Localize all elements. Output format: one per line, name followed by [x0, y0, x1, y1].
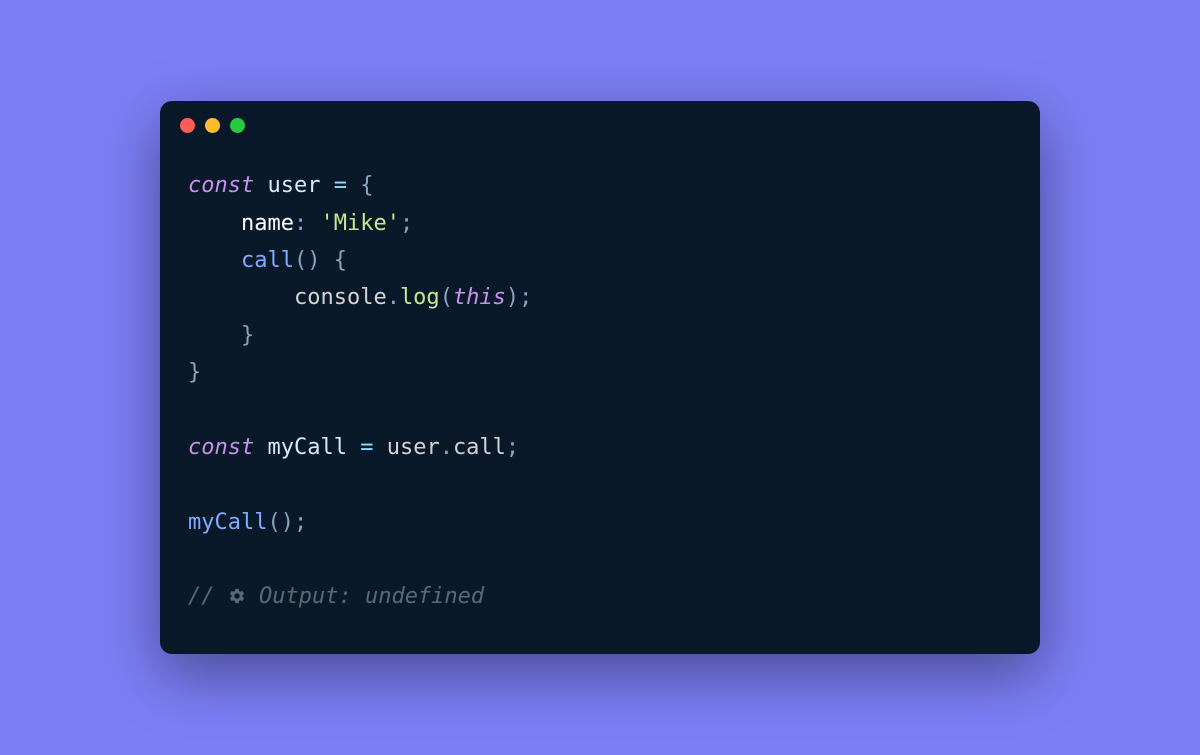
code-line: myCall(); [188, 504, 1012, 541]
identifier-user: user [387, 435, 440, 460]
function-call-mycall: myCall [188, 510, 267, 535]
code-line: } [188, 317, 1012, 354]
parens: () [294, 248, 334, 273]
code-line: // Output: undefined [188, 578, 1012, 617]
property-call: call [453, 435, 506, 460]
dot: . [387, 285, 400, 310]
code-line-empty [188, 541, 1012, 578]
paren-close: ) [506, 285, 519, 310]
semicolon: ; [506, 435, 519, 460]
operator-equals: = [360, 435, 387, 460]
code-editor[interactable]: const user = { name: 'Mike'; call() { co… [160, 149, 1040, 654]
code-line: const myCall = user.call; [188, 429, 1012, 466]
method-log: log [400, 285, 440, 310]
keyword-const: const [188, 173, 254, 198]
string-literal: 'Mike' [320, 211, 399, 236]
code-line: name: 'Mike'; [188, 205, 1012, 242]
brace-open: { [360, 173, 373, 198]
code-line-empty [188, 466, 1012, 503]
semicolon: ; [294, 510, 307, 535]
identifier-mycall: myCall [254, 435, 360, 460]
comment-slashes: // [188, 584, 228, 609]
paren-open: ( [440, 285, 453, 310]
close-button[interactable] [180, 118, 195, 133]
colon: : [294, 211, 321, 236]
minimize-button[interactable] [205, 118, 220, 133]
code-line: const user = { [188, 167, 1012, 204]
semicolon: ; [519, 285, 532, 310]
dot: . [440, 435, 453, 460]
brace-open: { [334, 248, 347, 273]
method-call: call [241, 248, 294, 273]
gear-icon [228, 580, 246, 617]
code-line-empty [188, 392, 1012, 429]
maximize-button[interactable] [230, 118, 245, 133]
object-console: console [294, 285, 387, 310]
brace-close: } [188, 360, 201, 385]
window-titlebar [160, 101, 1040, 149]
code-window: const user = { name: 'Mike'; call() { co… [160, 101, 1040, 654]
operator-equals: = [334, 173, 361, 198]
identifier-user: user [254, 173, 333, 198]
brace-close: } [241, 323, 254, 348]
comment-output: Output: undefined [246, 584, 484, 609]
semicolon: ; [400, 211, 413, 236]
code-line: console.log(this); [188, 279, 1012, 316]
code-line: call() { [188, 242, 1012, 279]
keyword-const: const [188, 435, 254, 460]
keyword-this: this [453, 285, 506, 310]
property-name: name [241, 211, 294, 236]
code-line: } [188, 354, 1012, 391]
parens: () [267, 510, 294, 535]
